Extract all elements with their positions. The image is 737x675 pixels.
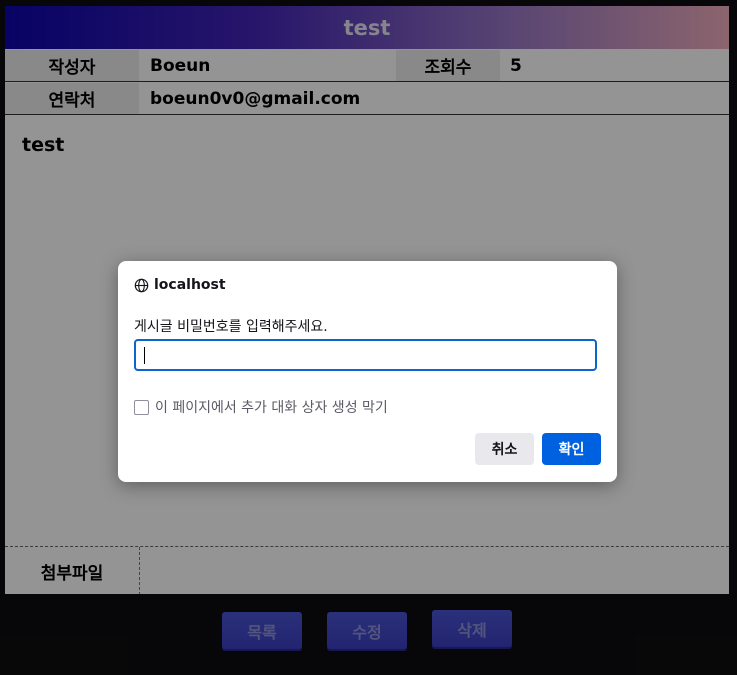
- globe-icon: [134, 278, 149, 292]
- password-input[interactable]: [134, 339, 597, 371]
- text-caret: [144, 347, 145, 364]
- dialog-message: 게시글 비밀번호를 입력해주세요.: [134, 319, 328, 335]
- password-prompt-dialog: localhost 게시글 비밀번호를 입력해주세요. 이 페이지에서 추가 대…: [118, 261, 617, 482]
- dialog-host: localhost: [154, 277, 226, 293]
- suppress-dialogs-label: 이 페이지에서 추가 대화 상자 생성 막기: [155, 400, 388, 416]
- dialog-origin: localhost: [134, 277, 226, 293]
- cancel-button[interactable]: 취소: [475, 433, 534, 465]
- ok-button[interactable]: 확인: [542, 433, 601, 465]
- suppress-dialogs-option[interactable]: 이 페이지에서 추가 대화 상자 생성 막기: [134, 397, 388, 417]
- suppress-dialogs-checkbox[interactable]: [134, 399, 149, 415]
